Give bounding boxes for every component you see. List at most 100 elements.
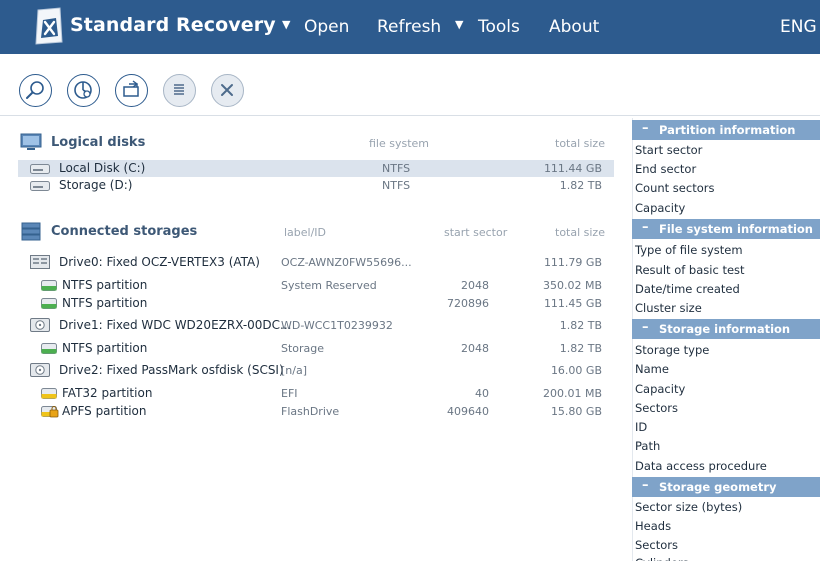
collapse-icon[interactable]: –: [642, 220, 649, 235]
list-icon: [174, 84, 184, 95]
property-label: Data access procedure: [635, 459, 767, 473]
panel-header-label: Storage information: [659, 322, 791, 336]
collapse-icon[interactable]: –: [642, 121, 649, 136]
start-sector-column-header: start sector: [444, 226, 508, 239]
disk-file-system: NTFS: [382, 179, 411, 192]
disk-total-size: 111.44 GB: [543, 162, 602, 175]
partition-name: FAT32 partition: [62, 386, 153, 400]
partition-start-sector: 2048: [461, 279, 489, 292]
panel-header-label: File system information: [659, 222, 813, 236]
partition-row[interactable]: NTFS partition System Reserved 2048 350.…: [18, 277, 614, 294]
partition-row[interactable]: NTFS partition Storage 2048 1.82 TB: [18, 340, 614, 357]
list-view-button[interactable]: [163, 74, 196, 107]
property-label: Capacity: [635, 201, 686, 215]
close-icon: [221, 84, 233, 96]
partition-row[interactable]: NTFS partition 720896 111.45 GB: [18, 295, 614, 312]
drive-label: [n/a]: [281, 364, 308, 377]
file-system-information-header[interactable]: – File system information: [632, 219, 820, 239]
panel-header-label: Storage geometry: [659, 480, 777, 494]
disk-file-system: NTFS: [382, 162, 411, 175]
property-label: Heads: [635, 519, 672, 533]
tools-dropdown-icon[interactable]: ▼: [455, 18, 463, 31]
hdd-drive-icon: [30, 318, 50, 332]
toolbar: [0, 54, 820, 116]
partition-row[interactable]: FAT32 partition EFI 40 200.01 MB: [18, 385, 614, 402]
logical-disks-title: Logical disks: [51, 135, 146, 150]
file-system-column-header: file system: [369, 137, 430, 150]
property-label: Result of basic test: [635, 263, 745, 277]
partition-label: System Reserved: [281, 279, 377, 292]
save-image-button[interactable]: [115, 74, 148, 107]
partition-total-size: 1.82 TB: [559, 342, 602, 355]
collapse-icon[interactable]: –: [642, 320, 649, 335]
disk-name: Local Disk (C:): [59, 161, 146, 175]
logical-disk-row[interactable]: Local Disk (C:) NTFS 111.44 GB: [18, 160, 614, 177]
partition-total-size: 111.45 GB: [543, 297, 602, 310]
partition-start-sector: 2048: [461, 342, 489, 355]
property-label: Cluster size: [635, 301, 702, 315]
partition-total-size: 350.02 MB: [542, 279, 602, 292]
close-button[interactable]: [211, 74, 244, 107]
locked-partition-icon: [41, 406, 59, 418]
property-label: Sectors: [635, 538, 678, 552]
partition-row[interactable]: APFS partition FlashDrive 409640 15.80 G…: [18, 403, 614, 420]
storage-geometry-header[interactable]: – Storage geometry: [632, 477, 820, 497]
partition-name: NTFS partition: [62, 278, 148, 292]
partition-label: FlashDrive: [281, 405, 340, 418]
app-logo-icon: [35, 7, 63, 45]
partition-icon: [41, 280, 57, 291]
collapse-icon[interactable]: –: [642, 478, 649, 493]
export-icon: [123, 80, 139, 97]
logical-disk-row[interactable]: Storage (D:) NTFS 1.82 TB: [18, 177, 614, 194]
partition-name: NTFS partition: [62, 341, 148, 355]
drive-name: Drive0: Fixed OCZ-VERTEX3 (ATA): [59, 255, 260, 269]
partition-start-sector: 409640: [447, 405, 489, 418]
drive-name: Drive1: Fixed WDC WD20EZRX-00DC...: [59, 318, 292, 332]
property-label: Date/time created: [635, 282, 740, 296]
hdd-drive-icon: [30, 363, 50, 377]
partition-information-header[interactable]: – Partition information: [632, 120, 820, 140]
storages-icon: [21, 222, 41, 241]
menu-refresh[interactable]: Refresh: [377, 17, 441, 37]
connected-storages-title: Connected storages: [51, 224, 198, 239]
menu-about[interactable]: About: [549, 17, 599, 37]
storage-information-header[interactable]: – Storage information: [632, 319, 820, 339]
ssd-drive-icon: [30, 255, 50, 269]
disk-total-size: 1.82 TB: [559, 179, 602, 192]
menu-open[interactable]: Open: [304, 17, 349, 37]
open-dropdown-icon[interactable]: ▼: [282, 18, 290, 31]
partition-start-sector: 40: [475, 387, 489, 400]
drive-name: Drive2: Fixed PassMark osfdisk (SCSI): [59, 363, 284, 377]
disk-icon: [30, 181, 50, 191]
partition-total-size: 15.80 GB: [550, 405, 602, 418]
drive-label: WD-WCC1T0239932: [281, 319, 393, 332]
top-bar: Standard Recovery ▼ Open Refresh ▼ Tools…: [0, 0, 820, 54]
menu-tools[interactable]: Tools: [478, 17, 520, 37]
drive-total-size: 1.82 TB: [559, 319, 602, 332]
partition-icon: [41, 343, 57, 354]
property-label: Path: [635, 439, 661, 453]
drive-label: OCZ-AWNZ0FW55696...: [281, 256, 412, 269]
partition-start-sector: 720896: [447, 297, 489, 310]
pie-chart-icon: [74, 81, 92, 99]
search-icon: [26, 81, 44, 99]
language-selector[interactable]: ENG: [780, 17, 817, 37]
property-label: Storage type: [635, 343, 710, 357]
drive-total-size: 111.79 GB: [543, 256, 602, 269]
property-label: Capacity: [635, 382, 686, 396]
property-label: ID: [635, 420, 648, 434]
app-title: Standard Recovery: [70, 14, 276, 36]
property-label: Type of file system: [635, 243, 743, 257]
drive-total-size: 16.00 GB: [550, 364, 602, 377]
property-label: Count sectors: [635, 181, 715, 195]
disk-name: Storage (D:): [59, 178, 133, 192]
drive-row[interactable]: Drive0: Fixed OCZ-VERTEX3 (ATA) OCZ-AWNZ…: [18, 252, 614, 274]
partition-icon: [41, 388, 57, 399]
drive-row[interactable]: Drive2: Fixed PassMark osfdisk (SCSI) [n…: [18, 360, 614, 382]
scan-button[interactable]: [19, 74, 52, 107]
drive-row[interactable]: Drive1: Fixed WDC WD20EZRX-00DC... WD-WC…: [18, 315, 614, 337]
partition-icon: [41, 298, 57, 309]
monitor-icon: [20, 133, 42, 150]
analyze-button[interactable]: [67, 74, 100, 107]
property-label: End sector: [635, 162, 697, 176]
